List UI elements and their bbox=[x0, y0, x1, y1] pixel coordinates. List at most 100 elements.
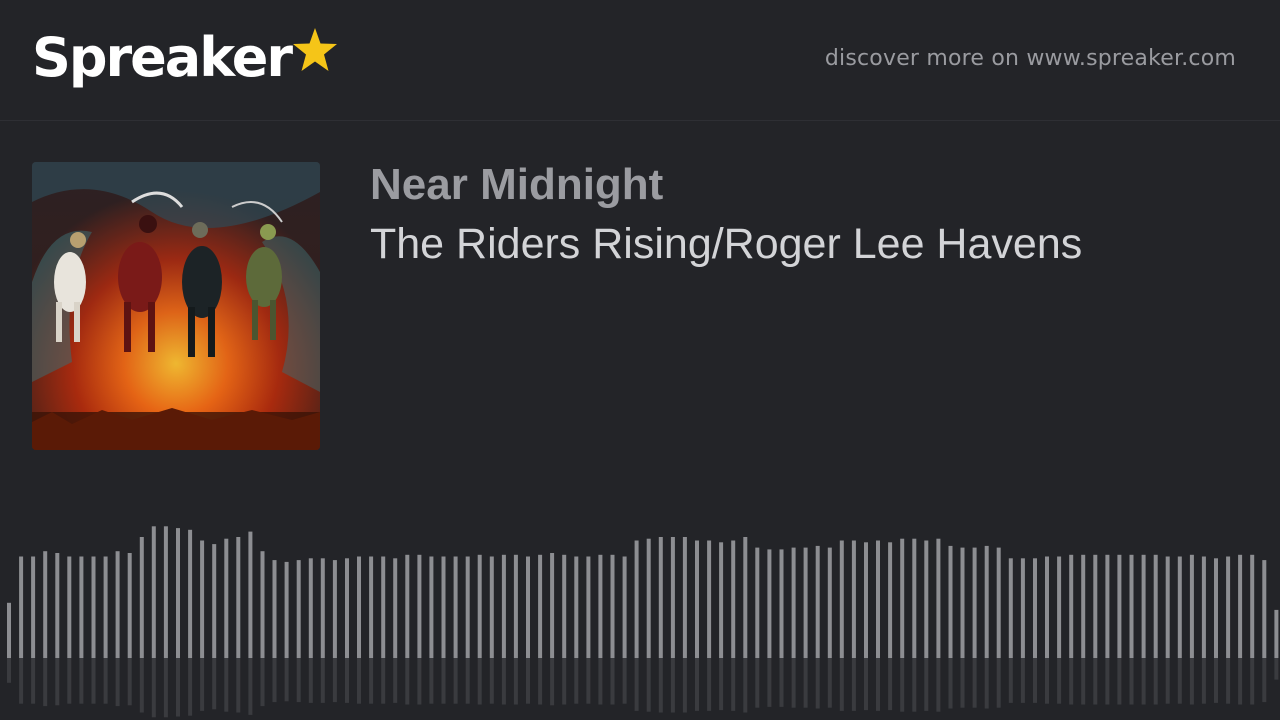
waveform-bar[interactable] bbox=[1177, 556, 1182, 659]
waveform-bar[interactable] bbox=[176, 528, 180, 658]
waveform-bar[interactable] bbox=[574, 556, 579, 659]
waveform-bar[interactable] bbox=[779, 549, 784, 658]
waveform-bar[interactable] bbox=[731, 540, 736, 659]
waveform-bar[interactable] bbox=[1274, 609, 1279, 658]
waveform-bar[interactable] bbox=[477, 554, 482, 658]
waveform-bar[interactable] bbox=[598, 554, 603, 658]
waveform-bar[interactable] bbox=[791, 547, 796, 658]
waveform-bar[interactable] bbox=[200, 540, 205, 659]
waveform-bar[interactable] bbox=[719, 542, 724, 658]
waveform-bar[interactable] bbox=[127, 553, 132, 658]
waveform-bar[interactable] bbox=[1105, 554, 1110, 658]
waveform-bar[interactable] bbox=[43, 551, 48, 658]
waveform-bar[interactable] bbox=[864, 542, 868, 658]
waveform-bar[interactable] bbox=[188, 529, 193, 658]
waveform-bar[interactable] bbox=[586, 556, 591, 659]
waveform-bar[interactable] bbox=[91, 556, 96, 659]
waveform-bar[interactable] bbox=[332, 560, 337, 658]
waveform-bar[interactable] bbox=[851, 540, 856, 659]
show-title[interactable]: Near Midnight bbox=[370, 160, 663, 210]
waveform-bar[interactable] bbox=[827, 547, 832, 658]
waveform-bar[interactable] bbox=[682, 537, 687, 658]
waveform-bar[interactable] bbox=[453, 556, 458, 659]
waveform-bar[interactable] bbox=[1033, 558, 1037, 658]
waveform-bar[interactable] bbox=[260, 551, 265, 658]
waveform-bar[interactable] bbox=[562, 554, 567, 658]
waveform-bar[interactable] bbox=[1117, 554, 1122, 658]
waveform-bar[interactable] bbox=[19, 556, 24, 659]
waveform-bar[interactable] bbox=[803, 547, 808, 658]
waveform-bar[interactable] bbox=[1020, 558, 1025, 658]
waveform-bar[interactable] bbox=[767, 549, 772, 658]
waveform-bar[interactable] bbox=[115, 551, 120, 658]
waveform-bar[interactable] bbox=[1093, 554, 1098, 658]
waveform-bar[interactable] bbox=[284, 561, 289, 658]
waveform-bar[interactable] bbox=[1045, 556, 1049, 659]
waveform-bar[interactable] bbox=[381, 556, 386, 659]
waveform-bar[interactable] bbox=[610, 554, 615, 658]
waveform-bar[interactable] bbox=[103, 556, 108, 659]
waveform-bar[interactable] bbox=[815, 545, 820, 658]
spreaker-logo[interactable]: Spreaker bbox=[32, 22, 339, 102]
waveform-bar[interactable] bbox=[550, 553, 555, 658]
waveform-bar[interactable] bbox=[248, 531, 253, 658]
waveform-bar[interactable] bbox=[1081, 554, 1086, 658]
waveform-bar[interactable] bbox=[79, 556, 84, 659]
waveform-bar[interactable] bbox=[912, 538, 917, 658]
waveform-bar[interactable] bbox=[695, 540, 699, 659]
waveform-bar[interactable] bbox=[236, 537, 241, 658]
waveform-bar[interactable] bbox=[839, 540, 844, 659]
waveform-bar[interactable] bbox=[320, 558, 325, 658]
waveform-bar[interactable] bbox=[670, 537, 675, 658]
waveform-bar[interactable] bbox=[1069, 554, 1074, 658]
waveform-bar[interactable] bbox=[634, 540, 639, 659]
waveform-bar[interactable] bbox=[405, 554, 410, 658]
waveform-bar[interactable] bbox=[272, 560, 277, 658]
waveform-bar[interactable] bbox=[1129, 554, 1134, 658]
waveform-bar[interactable] bbox=[1153, 554, 1158, 658]
waveform-bar[interactable] bbox=[658, 537, 663, 658]
waveform-bar[interactable] bbox=[357, 556, 361, 659]
waveform-bar[interactable] bbox=[224, 538, 229, 658]
waveform-bar[interactable] bbox=[984, 545, 989, 658]
waveform-bar[interactable] bbox=[960, 547, 965, 658]
waveform-bar[interactable] bbox=[876, 540, 880, 659]
waveform-bar[interactable] bbox=[501, 554, 506, 658]
waveform-bar[interactable] bbox=[936, 538, 941, 658]
waveform-bar[interactable] bbox=[622, 556, 627, 659]
waveform-bar[interactable] bbox=[526, 556, 530, 659]
waveform-bar[interactable] bbox=[31, 556, 36, 659]
waveform-bar[interactable] bbox=[755, 547, 760, 658]
waveform-bar[interactable] bbox=[429, 556, 434, 659]
waveform-bar[interactable] bbox=[513, 554, 518, 658]
waveform-bar[interactable] bbox=[646, 538, 651, 658]
waveform-bar[interactable] bbox=[345, 558, 349, 658]
waveform-bar[interactable] bbox=[163, 526, 168, 658]
waveform-bar[interactable] bbox=[441, 556, 446, 659]
waveform-bar[interactable] bbox=[743, 537, 748, 658]
waveform-bar[interactable] bbox=[924, 540, 929, 659]
waveform-bar[interactable] bbox=[212, 544, 217, 658]
waveform-bar[interactable] bbox=[900, 538, 905, 658]
waveform-bar[interactable] bbox=[369, 556, 374, 659]
waveform-bar[interactable] bbox=[393, 558, 398, 658]
waveform-bar[interactable] bbox=[1141, 554, 1146, 658]
waveform-bar[interactable] bbox=[538, 554, 543, 658]
waveform-bar[interactable] bbox=[489, 556, 494, 659]
waveform-bar[interactable] bbox=[7, 602, 11, 658]
waveform-bar[interactable] bbox=[139, 537, 144, 658]
waveform-bar[interactable] bbox=[1214, 558, 1218, 658]
waveform-bar[interactable] bbox=[1165, 556, 1170, 659]
waveform-bar[interactable] bbox=[308, 558, 313, 658]
audio-waveform[interactable] bbox=[0, 480, 1280, 720]
episode-title[interactable]: The Riders Rising/Roger Lee Havens bbox=[370, 220, 1082, 269]
waveform-bar[interactable] bbox=[296, 560, 301, 658]
discover-link[interactable]: discover more on www.spreaker.com bbox=[825, 46, 1236, 71]
waveform-bar[interactable] bbox=[996, 547, 1001, 658]
waveform-bar[interactable] bbox=[1250, 554, 1255, 658]
waveform-bar[interactable] bbox=[1201, 556, 1206, 659]
waveform-bar[interactable] bbox=[948, 545, 953, 658]
waveform-bar[interactable] bbox=[67, 556, 72, 659]
waveform-bar[interactable] bbox=[1262, 560, 1267, 658]
waveform-bar[interactable] bbox=[417, 554, 422, 658]
